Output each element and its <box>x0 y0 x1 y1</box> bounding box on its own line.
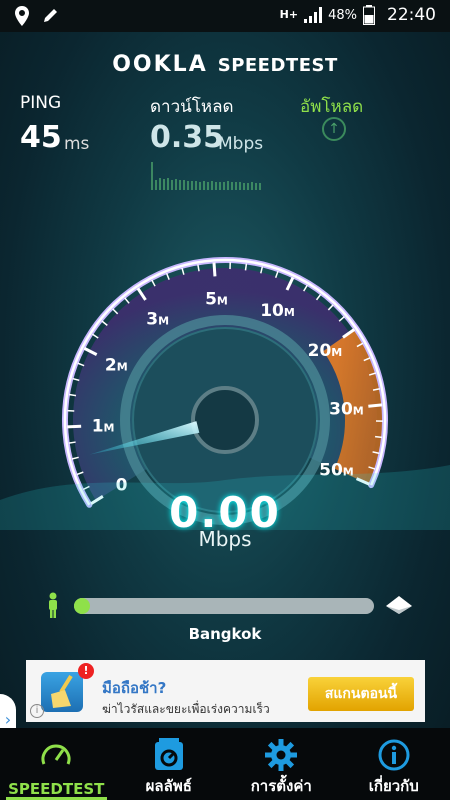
gauge-minor-tick <box>112 308 119 315</box>
gauge-minor-tick <box>71 456 79 460</box>
ad-banner[interactable]: ! มือถือช้า? ฆ่าไวรัสและขยะเพื่อเร่งความ… <box>26 660 425 722</box>
gauge-icon <box>41 744 71 765</box>
tab-about-label: เกี่ยวกับ <box>368 777 419 795</box>
ad-badge: ! <box>78 663 94 679</box>
tab-settings[interactable]: การตั้งค่า <box>225 728 338 800</box>
tab-speedtest-label: SPEEDTEST <box>8 780 105 798</box>
gauge-minor-tick <box>327 304 334 311</box>
gauge-tick <box>368 403 383 408</box>
server-icon <box>386 596 412 614</box>
gauge-minor-tick <box>124 297 130 304</box>
gauge-minor-tick <box>68 441 76 444</box>
broom-icon <box>51 674 73 708</box>
ad-info-icon[interactable]: i <box>30 704 44 718</box>
download-label: ดาวน์โหลด <box>150 97 234 117</box>
battery-percent: 48% <box>328 7 357 23</box>
tab-settings-label: การตั้งค่า <box>250 777 312 795</box>
tab-speedtest[interactable]: SPEEDTEST <box>0 728 113 800</box>
gauge-minor-tick <box>315 293 322 301</box>
gauge-tick <box>67 424 82 429</box>
ad-scan-button[interactable]: สแกนตอนนี้ <box>308 677 414 711</box>
test-progress-knob <box>74 598 90 614</box>
gauge-tick <box>212 262 217 277</box>
battery-icon <box>363 5 375 25</box>
tab-results[interactable]: ผลลัพธ์ <box>113 728 226 800</box>
gauge-minor-tick <box>76 471 84 476</box>
bottom-nav: SPEEDTEST ผลลัพธ์ การตั้งค่า เกี่ยวกับ <box>0 728 450 800</box>
edit-icon <box>44 9 57 22</box>
gauge-minor-tick <box>77 362 85 367</box>
gauge-minor-tick <box>338 315 345 322</box>
app-logo: OOKLA SPEEDTEST <box>0 52 450 77</box>
tab-about[interactable]: เกี่ยวกับ <box>338 728 450 800</box>
ad-description: ฆ่าไวรัสและขยะเพื่อเร่งความเร็ว <box>102 702 270 716</box>
signal-icon <box>304 7 323 23</box>
gear-icon <box>265 739 298 771</box>
tab-results-label: ผลลัพธ์ <box>145 777 192 795</box>
cleaner-app-icon <box>41 672 83 712</box>
network-type: H+ <box>279 8 299 21</box>
gauge-hub <box>191 386 259 454</box>
gauge-minor-tick <box>91 333 99 339</box>
person-icon <box>49 592 57 618</box>
location-icon <box>15 6 29 26</box>
gauge-minor-tick <box>197 264 200 272</box>
upload-arrow-icon: ↑ <box>322 117 346 141</box>
gauge-minor-tick <box>260 266 264 274</box>
current-speed-unit: Mbps <box>198 527 252 551</box>
upload-label: อัพโหลด <box>300 97 364 117</box>
gauge-minor-tick <box>72 377 80 382</box>
speed-gauge: 01M2M3M5M10M20M30M50M <box>0 257 450 530</box>
info-icon <box>378 739 410 771</box>
ad-title: มือถือช้า? <box>102 679 167 697</box>
speedtest-wordmark: SPEEDTEST <box>217 55 338 76</box>
gauge-minor-tick <box>181 267 185 275</box>
clock: 22:40 <box>387 5 436 25</box>
download-sparkline <box>151 162 261 190</box>
status-bar: H+ 48% 22:40 <box>0 0 450 32</box>
server-city: Bangkok <box>188 625 262 643</box>
gauge-minor-tick <box>375 435 383 439</box>
gauge-minor-tick <box>303 284 308 292</box>
gauge-minor-tick <box>151 279 156 287</box>
gauge-minor-tick <box>165 272 170 280</box>
ping-value: 45 <box>20 120 62 155</box>
ping-label: PING <box>20 93 62 113</box>
gauge-minor-tick <box>274 270 279 279</box>
gauge-minor-tick <box>101 320 108 326</box>
gauge-minor-tick <box>244 263 248 271</box>
ookla-wordmark: OOKLA <box>112 52 208 77</box>
ping-unit: ms <box>64 134 90 154</box>
results-icon <box>154 738 183 770</box>
test-progress-track <box>74 598 374 614</box>
gauge-minor-tick <box>68 393 77 397</box>
